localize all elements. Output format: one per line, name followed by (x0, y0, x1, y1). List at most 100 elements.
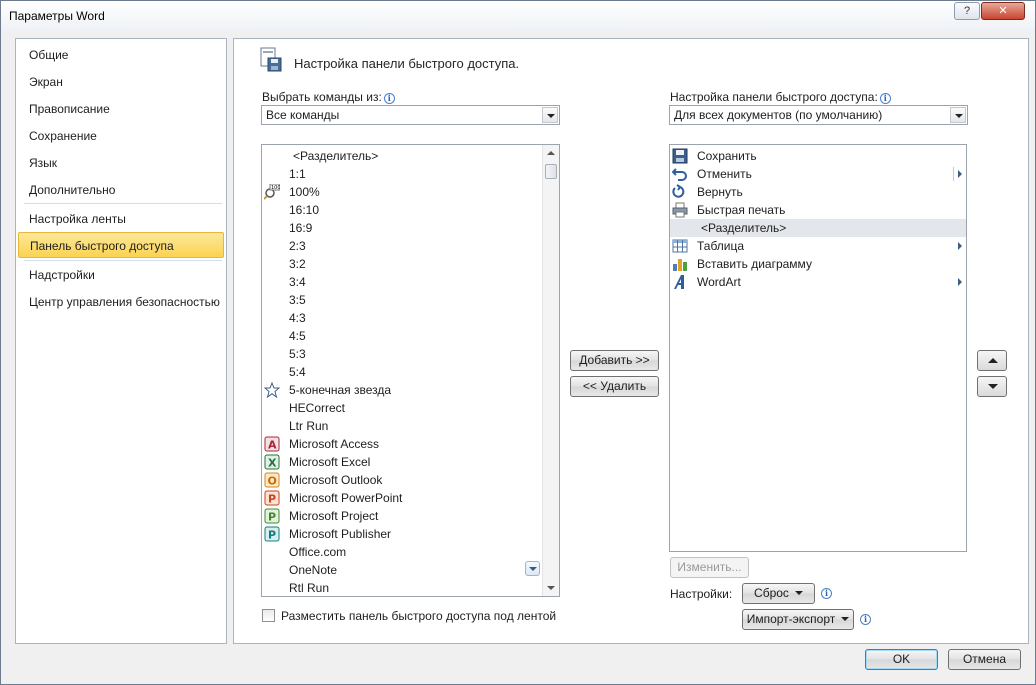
toolbar-items-list[interactable]: Сохранить Отменить Вернуть Быстрая печат… (669, 144, 967, 552)
sidebar-item-language[interactable]: Язык (18, 150, 224, 176)
list-item[interactable]: 5-конечная звезда (262, 381, 543, 399)
info-icon[interactable]: i (860, 614, 871, 625)
customize-toolbar-text: Настройка панели быстрого доступа: (670, 90, 878, 104)
list-item[interactable]: 5:3 (262, 345, 543, 363)
chart-icon (673, 259, 687, 271)
list-item[interactable]: HECorrect (262, 399, 543, 417)
sidebar-item-add-ins[interactable]: Надстройки (18, 262, 224, 288)
list-item[interactable]: Office.com (262, 543, 543, 561)
list-item[interactable]: 2:3 (262, 237, 543, 255)
help-button[interactable]: ? (954, 2, 980, 20)
list-item-label: 3:5 (289, 293, 306, 307)
sidebar-item-customize-ribbon[interactable]: Настройка ленты (18, 206, 224, 232)
split-divider (953, 167, 954, 181)
list-item-label: Вернуть (697, 185, 743, 199)
chevron-right-icon[interactable] (958, 242, 962, 250)
list-item-label: Сохранить (697, 149, 757, 163)
list-item-label: <Разделитель> (701, 221, 787, 235)
sidebar-item-advanced[interactable]: Дополнительно (18, 177, 224, 203)
star-icon (264, 382, 280, 398)
list-item[interactable]: 3:4 (262, 273, 543, 291)
list-item-label: 4:3 (289, 311, 306, 325)
list-item[interactable]: 3:2 (262, 255, 543, 273)
show-below-ribbon-checkbox[interactable] (262, 609, 275, 622)
chevron-down-icon[interactable] (950, 107, 966, 123)
svg-text:A: A (268, 439, 277, 452)
sidebar-item-display[interactable]: Экран (18, 69, 224, 95)
title-bar: Параметры Word ? ✕ (1, 1, 1035, 31)
cancel-button[interactable]: Отмена (948, 649, 1021, 670)
list-item-label: Быстрая печать (697, 203, 786, 217)
add-button[interactable]: Добавить >> (570, 350, 659, 371)
list-item[interactable]: Быстрая печать (670, 201, 966, 219)
choose-commands-dropdown[interactable]: Все команды (261, 105, 560, 125)
list-item-label: 5:3 (289, 347, 306, 361)
choose-commands-value: Все команды (266, 108, 340, 122)
list-item[interactable]: 100 100% (262, 183, 543, 201)
list-item[interactable]: 1:1 (262, 165, 543, 183)
list-item[interactable]: Таблица (670, 237, 966, 255)
info-icon[interactable]: i (821, 588, 832, 599)
sidebar-item-quick-access-toolbar[interactable]: Панель быстрого доступа (18, 232, 224, 258)
list-item[interactable]: OneNote (262, 561, 543, 579)
list-item[interactable]: P Microsoft Publisher (262, 525, 543, 543)
list-item-label: Отменить (697, 167, 752, 181)
list-item[interactable]: O Microsoft Outlook (262, 471, 543, 489)
list-item[interactable]: Rtl Run (262, 579, 543, 596)
customize-toolbar-dropdown[interactable]: Для всех документов (по умолчанию) (669, 105, 968, 125)
list-item[interactable]: 16:9 (262, 219, 543, 237)
show-below-ribbon-label[interactable]: Разместить панель быстрого доступа под л… (281, 609, 556, 623)
close-button[interactable]: ✕ (981, 2, 1025, 20)
list-item[interactable]: 16:10 (262, 201, 543, 219)
list-item-label: <Разделитель> (293, 149, 379, 163)
svg-text:O: O (268, 475, 277, 488)
scroll-up-icon[interactable] (547, 151, 555, 155)
info-icon[interactable]: i (879, 93, 891, 104)
chevron-right-icon[interactable] (958, 278, 962, 286)
scroll-down-icon[interactable] (547, 586, 555, 590)
move-down-button[interactable] (977, 376, 1007, 397)
choose-commands-label: Выбрать команды из: i (262, 90, 395, 104)
sidebar-item-general[interactable]: Общие (18, 42, 224, 68)
list-item-selected[interactable]: <Разделитель> (670, 219, 966, 237)
sidebar-item-trust-center[interactable]: Центр управления безопасностью (18, 289, 224, 315)
sidebar-item-save[interactable]: Сохранение (18, 123, 224, 149)
info-icon[interactable]: i (383, 93, 395, 104)
commands-scrollbar[interactable] (542, 145, 559, 596)
quick-print-icon (672, 202, 688, 218)
options-dialog: Параметры Word ? ✕ Общие Экран Правописа… (0, 0, 1036, 685)
choose-commands-text: Выбрать команды из: (262, 90, 382, 104)
reset-button[interactable]: Сброс (742, 583, 815, 604)
settings-label: Настройки: (670, 587, 733, 601)
list-item-label: Таблица (697, 239, 745, 253)
list-item[interactable]: Ltr Run (262, 417, 543, 435)
list-item[interactable]: X Microsoft Excel (262, 453, 543, 471)
list-item[interactable]: Сохранить (670, 147, 966, 165)
modify-button[interactable]: Изменить... (670, 557, 749, 578)
svg-text:P: P (268, 511, 276, 524)
list-item[interactable]: 4:5 (262, 327, 543, 345)
list-item[interactable]: P Microsoft PowerPoint (262, 489, 543, 507)
expand-commands-button[interactable] (525, 561, 540, 576)
ok-button[interactable]: OK (865, 649, 938, 670)
sidebar-item-proofing[interactable]: Правописание (18, 96, 224, 122)
list-item[interactable]: A Microsoft Access (262, 435, 543, 453)
remove-button[interactable]: << Удалить (570, 376, 659, 397)
list-item[interactable]: Отменить (670, 165, 966, 183)
list-item[interactable]: 3:5 (262, 291, 543, 309)
import-export-button[interactable]: Импорт-экспорт (742, 609, 854, 630)
move-up-button[interactable] (977, 350, 1007, 371)
list-item-label: Microsoft Access (289, 437, 380, 451)
list-item[interactable]: P Microsoft Project (262, 507, 543, 525)
list-item[interactable]: <Разделитель> (262, 147, 543, 165)
list-item[interactable]: 4:3 (262, 309, 543, 327)
chevron-right-icon[interactable] (958, 170, 962, 178)
list-item[interactable]: Вставить диаграмму (670, 255, 966, 273)
scroll-thumb[interactable] (545, 164, 557, 179)
list-item-label: HECorrect (289, 401, 346, 415)
commands-list[interactable]: <Разделитель> 1:1 100 100% 16:10 16:9 2:… (261, 144, 560, 597)
list-item[interactable]: Вернуть (670, 183, 966, 201)
list-item[interactable]: 5:4 (262, 363, 543, 381)
chevron-down-icon[interactable] (542, 107, 558, 123)
list-item[interactable]: WordArt (670, 273, 966, 291)
